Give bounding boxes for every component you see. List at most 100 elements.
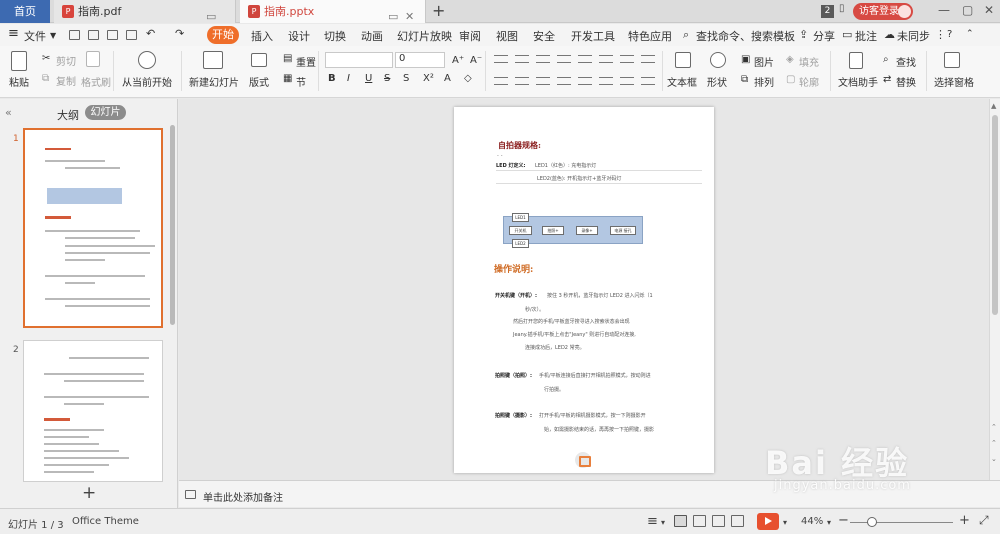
- clear-format-icon[interactable]: ◇: [464, 73, 472, 84]
- scroll-up-icon[interactable]: ⌃: [991, 423, 997, 431]
- print-icon[interactable]: [107, 30, 118, 40]
- tab-features[interactable]: 特色应用: [628, 28, 672, 44]
- italic-icon[interactable]: I: [347, 73, 350, 84]
- print-preview-icon[interactable]: [126, 30, 137, 40]
- skin-icon[interactable]: ▯: [839, 3, 845, 14]
- tab-security[interactable]: 安全: [533, 28, 555, 44]
- wps-logo-icon[interactable]: [575, 452, 591, 468]
- scroll-up-icon[interactable]: ▲: [991, 102, 996, 110]
- notes-placeholder[interactable]: 单击此处添加备注: [203, 489, 283, 504]
- tab-animation[interactable]: 动画: [361, 28, 383, 44]
- tab-transitions[interactable]: 切换: [324, 28, 346, 44]
- minimize-icon[interactable]: —: [938, 3, 950, 17]
- tab-review[interactable]: 审阅: [459, 28, 481, 44]
- fit-window-icon[interactable]: ⤢: [979, 513, 989, 528]
- font-color-icon[interactable]: A: [444, 73, 451, 84]
- shape-button[interactable]: 形状: [707, 74, 727, 89]
- zoom-slider-handle[interactable]: [867, 517, 877, 527]
- reset-button[interactable]: 重置: [296, 54, 316, 69]
- font-family-select[interactable]: [325, 52, 393, 68]
- increase-indent-icon[interactable]: [557, 55, 571, 63]
- new-slide-button[interactable]: 新建幻灯片: [189, 74, 239, 89]
- chevron-down-icon[interactable]: ▾: [661, 518, 665, 527]
- paste-button[interactable]: 粘贴: [9, 74, 29, 89]
- export-pdf-icon[interactable]: [88, 30, 99, 40]
- add-slide-button[interactable]: +: [82, 483, 96, 503]
- zoom-slider[interactable]: [850, 522, 953, 523]
- redo-icon[interactable]: ↷: [175, 27, 184, 40]
- canvas-scrollbar[interactable]: ▲ ⌃ ⌃ ⌄: [989, 99, 1000, 480]
- font-shrink-icon[interactable]: A⁻: [470, 55, 482, 66]
- line-spacing-icon[interactable]: [578, 55, 592, 63]
- picture-button[interactable]: 图片: [754, 54, 774, 69]
- comment-button[interactable]: 批注: [855, 28, 877, 44]
- zoom-in-icon[interactable]: +: [959, 513, 970, 528]
- tab-pdf-document[interactable]: P 指南.pdf ▭: [54, 0, 236, 23]
- doc-helper-button[interactable]: 文档助手: [838, 74, 878, 89]
- slide-thumbnail-2[interactable]: [23, 340, 163, 482]
- outline-tab[interactable]: 大纲: [57, 107, 79, 123]
- font-size-select[interactable]: 0: [395, 52, 445, 68]
- hamburger-menu-icon[interactable]: ≡: [8, 26, 19, 41]
- format-painter-button[interactable]: 格式刷: [81, 74, 111, 89]
- tab-view[interactable]: 视图: [496, 28, 518, 44]
- reading-view-icon[interactable]: [712, 515, 725, 527]
- page-down-icon[interactable]: ⌄: [991, 455, 997, 463]
- shadow-icon[interactable]: S: [403, 73, 409, 84]
- tab-slideshow[interactable]: 幻灯片放映: [397, 28, 452, 44]
- vertical-align-icon[interactable]: [599, 77, 613, 85]
- command-search[interactable]: 查找命令、搜索模板: [696, 28, 795, 44]
- align-left-icon[interactable]: [494, 77, 508, 85]
- share-icon[interactable]: ⇪: [799, 28, 808, 41]
- cloud-icon[interactable]: ☁: [884, 28, 895, 41]
- normal-view-icon[interactable]: [674, 515, 687, 527]
- play-from-current-button[interactable]: 从当前开始: [122, 74, 172, 89]
- help-icon[interactable]: ?: [947, 29, 952, 40]
- chevron-up-icon[interactable]: ⌃: [966, 29, 974, 39]
- chevron-down-icon[interactable]: ▾: [827, 518, 831, 527]
- new-tab-button[interactable]: +: [432, 1, 445, 20]
- scrollbar-thumb[interactable]: [992, 115, 998, 315]
- tab-insert[interactable]: 插入: [251, 28, 273, 44]
- window-count-badge[interactable]: 2: [821, 5, 834, 18]
- collapse-panel-icon[interactable]: «: [5, 106, 12, 119]
- arrange-button[interactable]: 排列: [754, 74, 774, 89]
- fill-button[interactable]: 填充: [799, 54, 819, 69]
- panel-scrollbar[interactable]: [170, 125, 175, 325]
- replace-button[interactable]: 替换: [896, 74, 916, 89]
- page-up-icon[interactable]: ⌃: [991, 439, 997, 447]
- notes-toggle-icon[interactable]: ≡: [647, 514, 658, 529]
- comment-icon[interactable]: ▭: [842, 28, 852, 41]
- superscript-icon[interactable]: X²: [423, 73, 434, 84]
- slideshow-play-button[interactable]: [757, 513, 779, 530]
- columns-icon[interactable]: [620, 55, 634, 63]
- tab-developer[interactable]: 开发工具: [571, 28, 615, 44]
- close-icon[interactable]: ✕: [984, 3, 994, 17]
- layout-button[interactable]: 版式: [249, 74, 269, 89]
- align-center-icon[interactable]: [515, 77, 529, 85]
- bullet-list-icon[interactable]: [494, 55, 508, 63]
- chevron-down-icon[interactable]: ▾: [783, 518, 787, 527]
- smartart-icon[interactable]: [641, 77, 655, 85]
- menu-file[interactable]: 文件: [24, 28, 46, 44]
- paragraph-settings-icon[interactable]: [641, 55, 655, 63]
- slide-sorter-icon[interactable]: [693, 515, 706, 527]
- text-align-icon[interactable]: [620, 77, 634, 85]
- zoom-out-icon[interactable]: −: [838, 513, 849, 528]
- cut-button[interactable]: 剪切: [56, 53, 76, 68]
- strikethrough-icon[interactable]: S: [384, 73, 390, 84]
- home-tab[interactable]: 首页: [0, 0, 50, 23]
- share-button[interactable]: 分享: [813, 28, 835, 44]
- copy-button[interactable]: 复制: [56, 73, 76, 88]
- text-direction-icon[interactable]: [599, 55, 613, 63]
- outline-button[interactable]: 轮廓: [799, 74, 819, 89]
- tab-pptx-document[interactable]: P 指南.pptx ▭ ✕: [240, 0, 426, 23]
- undo-icon[interactable]: ↶: [146, 27, 155, 40]
- textbox-button[interactable]: 文本框: [667, 74, 697, 89]
- tab-home-ribbon[interactable]: 开始: [207, 26, 239, 44]
- more-icon[interactable]: ⋮: [935, 28, 946, 41]
- sync-status[interactable]: 未同步: [897, 28, 930, 44]
- paste-icon[interactable]: [11, 51, 27, 71]
- save-icon[interactable]: [69, 30, 80, 40]
- font-grow-icon[interactable]: A⁺: [452, 55, 464, 66]
